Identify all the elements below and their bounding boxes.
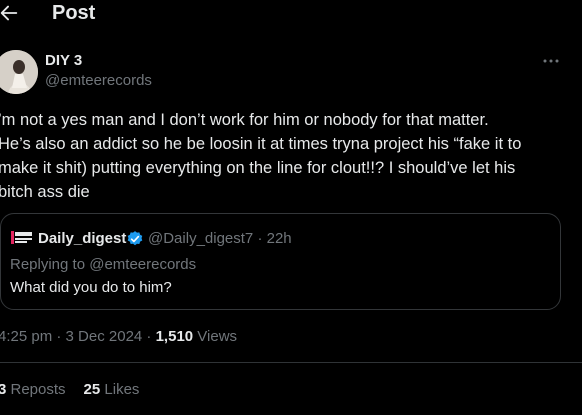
- post-text-line: He’s also an addict so he be loosin it a…: [0, 135, 522, 153]
- post-metadata: 4:25 pm · 3 Dec 2024 · 1,510 Views: [0, 328, 237, 346]
- reposts-label: Reposts: [6, 381, 66, 398]
- post-header: Post: [0, 0, 582, 30]
- quoted-handle-time: @Daily_digest7 · 22h: [148, 230, 292, 247]
- post-text: ’m not a yes man and I don’t work for hi…: [0, 108, 578, 204]
- likes-stat[interactable]: 25 Likes: [84, 381, 140, 399]
- likes-label: Likes: [100, 381, 140, 398]
- post-text-line: bitch ass die: [0, 183, 90, 201]
- daily-digest-logo: [11, 231, 32, 244]
- post-text-line: ’m not a yes man and I don’t work for hi…: [0, 111, 489, 129]
- quoted-reply-context: Replying to @emteerecords: [10, 256, 197, 273]
- author-avatar[interactable]: [0, 50, 38, 94]
- post-timestamp[interactable]: 4:25 pm · 3 Dec 2024 ·: [0, 328, 156, 345]
- arrow-left-icon[interactable]: [0, 2, 20, 24]
- page-title: Post: [52, 2, 96, 24]
- author-handle[interactable]: @emteerecords: [45, 72, 152, 90]
- quoted-post-text: What did you do to him?: [10, 279, 172, 296]
- quoted-post-card[interactable]: Daily_digest @Daily_digest7 · 22h Replyi…: [0, 213, 561, 310]
- views-label: Views: [193, 328, 238, 345]
- divider: [0, 362, 582, 363]
- likes-count: 25: [83, 381, 101, 398]
- post-text-line: make it shit) putting everything on the …: [0, 159, 516, 177]
- quoted-author-name[interactable]: Daily_digest: [38, 230, 126, 248]
- views-count: 1,510: [155, 328, 194, 345]
- reposts-stat[interactable]: 3 Reposts: [0, 381, 66, 399]
- author-name[interactable]: DIY 3: [45, 52, 82, 70]
- engagement-stats: 3 Reposts 25 Likes: [0, 381, 139, 399]
- more-horizontal-icon[interactable]: [540, 56, 562, 66]
- avatar-image: [0, 50, 38, 94]
- verified-badge-icon: [127, 231, 143, 246]
